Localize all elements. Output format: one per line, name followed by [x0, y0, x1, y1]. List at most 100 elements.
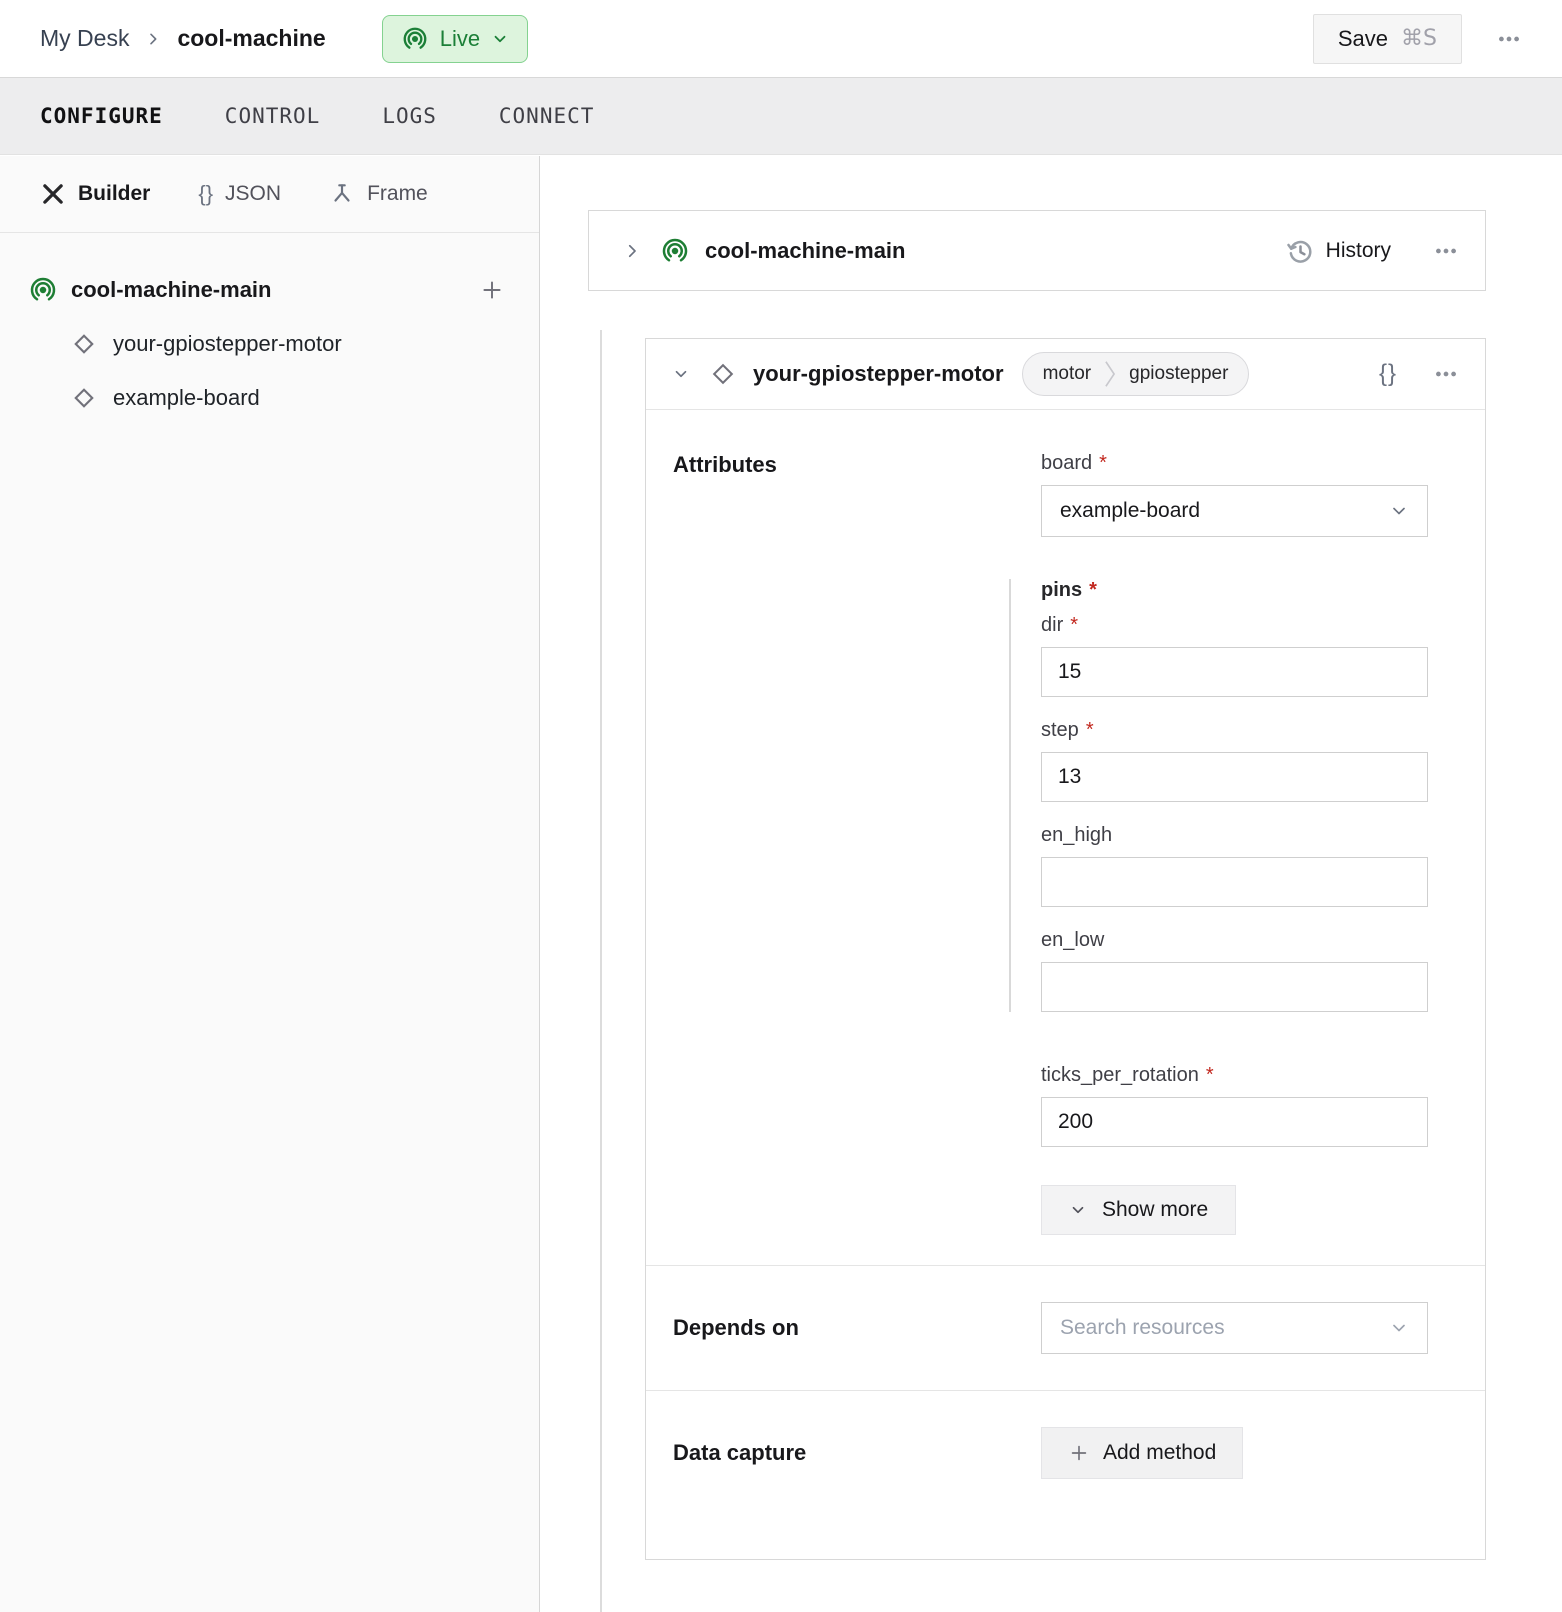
- machine-part-card: cool-machine-main History: [588, 210, 1486, 291]
- tab-configure[interactable]: CONFIGURE: [40, 104, 163, 128]
- component-diamond-icon: [708, 359, 738, 389]
- tree-item-machine-root[interactable]: cool-machine-main: [0, 263, 539, 317]
- add-method-button[interactable]: Add method: [1041, 1427, 1243, 1479]
- machine-part-title: cool-machine-main: [705, 238, 905, 264]
- depends-on-select[interactable]: Search resources: [1041, 1302, 1428, 1354]
- ticks-per-rotation-field: ticks_per_rotation *: [1041, 1064, 1428, 1147]
- step-field: step *: [1041, 719, 1428, 802]
- tab-control[interactable]: CONTROL: [225, 104, 321, 128]
- depends-on-section: Depends on Search resources: [646, 1265, 1485, 1390]
- badge-model: gpiostepper: [1129, 363, 1228, 385]
- en-low-field: en_low: [1041, 929, 1428, 1012]
- board-select[interactable]: example-board: [1041, 485, 1428, 537]
- required-mark: *: [1070, 614, 1078, 637]
- live-label: Live: [440, 26, 480, 52]
- viam-part-icon: [28, 275, 58, 305]
- step-input[interactable]: [1041, 752, 1428, 802]
- add-resource-icon[interactable]: [479, 277, 505, 303]
- config-view-tabs: Builder {} JSON Frame: [0, 156, 539, 233]
- component-card-menu-icon[interactable]: [1433, 361, 1459, 387]
- en-low-input[interactable]: [1041, 962, 1428, 1012]
- ticks-per-rotation-label: ticks_per_rotation *: [1041, 1064, 1428, 1087]
- history-clock-icon: [1285, 236, 1315, 266]
- save-button[interactable]: Save ⌘S: [1313, 14, 1462, 64]
- history-button[interactable]: History: [1285, 236, 1391, 266]
- machine-card-menu-icon[interactable]: [1433, 238, 1459, 264]
- view-tab-json-label: JSON: [225, 182, 281, 206]
- resource-tree: cool-machine-main your-gpiostepper-motor…: [0, 233, 539, 425]
- data-capture-fields: Add method: [1041, 1427, 1428, 1479]
- depends-on-heading: Depends on: [673, 1315, 1041, 1341]
- tree-root-label: cool-machine-main: [71, 277, 271, 303]
- en-high-field: en_high: [1041, 824, 1428, 907]
- card-connector-line: [600, 330, 602, 1612]
- ticks-per-rotation-input[interactable]: [1041, 1097, 1428, 1147]
- breadcrumb-parent-link[interactable]: My Desk: [40, 25, 129, 52]
- required-mark: *: [1089, 579, 1097, 602]
- view-tab-json[interactable]: {} JSON: [198, 181, 281, 207]
- live-status-dropdown[interactable]: Live: [382, 15, 528, 63]
- component-diamond-icon: [70, 384, 98, 412]
- attributes-section: Attributes board * example-board pins *: [646, 410, 1485, 1265]
- live-chevron-down-icon: [491, 30, 509, 48]
- show-more-button[interactable]: Show more: [1041, 1185, 1236, 1235]
- badge-divider-chevron-icon: [1104, 360, 1116, 388]
- topbar-overflow-menu-icon[interactable]: [1496, 26, 1522, 52]
- view-tab-builder-label: Builder: [78, 182, 150, 206]
- add-method-label: Add method: [1103, 1441, 1216, 1465]
- save-shortcut: ⌘S: [1401, 26, 1437, 51]
- view-tab-frame[interactable]: Frame: [329, 181, 428, 207]
- tree-item-example-board[interactable]: example-board: [0, 371, 539, 425]
- tree-item-label: your-gpiostepper-motor: [113, 331, 342, 357]
- dir-input[interactable]: [1041, 647, 1428, 697]
- en-high-label: en_high: [1041, 824, 1428, 847]
- plus-icon: [1068, 1442, 1090, 1464]
- pins-label: pins *: [1041, 579, 1428, 602]
- badge-type: motor: [1043, 363, 1092, 385]
- history-label: History: [1326, 239, 1391, 263]
- step-label: step *: [1041, 719, 1428, 742]
- board-field: board * example-board: [1041, 452, 1428, 537]
- show-more-label: Show more: [1102, 1198, 1208, 1222]
- viam-logo-icon: [401, 25, 429, 53]
- component-card-header: your-gpiostepper-motor motor gpiostepper…: [646, 339, 1485, 410]
- required-mark: *: [1099, 452, 1107, 475]
- collapse-chevron-down-icon[interactable]: [672, 365, 690, 383]
- component-diamond-icon: [70, 330, 98, 358]
- component-title: your-gpiostepper-motor: [753, 361, 1004, 387]
- tab-connect[interactable]: CONNECT: [499, 104, 595, 128]
- en-low-label: en_low: [1041, 929, 1428, 952]
- view-tab-builder[interactable]: Builder: [40, 181, 150, 207]
- machine-tab-bar: CONFIGURE CONTROL LOGS CONNECT: [0, 77, 1562, 155]
- expand-chevron-right-icon[interactable]: [623, 242, 641, 260]
- viam-part-icon: [660, 236, 690, 266]
- tree-item-gpiostepper-motor[interactable]: your-gpiostepper-motor: [0, 317, 539, 371]
- depends-on-fields: Search resources: [1041, 1302, 1428, 1354]
- breadcrumb: My Desk cool-machine: [40, 25, 326, 52]
- config-sidebar: Builder {} JSON Frame cool-machine-main: [0, 156, 540, 1612]
- builder-tools-icon: [40, 181, 66, 207]
- dir-field: dir *: [1041, 614, 1428, 697]
- en-high-input[interactable]: [1041, 857, 1428, 907]
- board-select-value: example-board: [1060, 499, 1200, 523]
- tree-item-label: example-board: [113, 385, 260, 411]
- breadcrumb-current: cool-machine: [177, 25, 325, 52]
- top-bar: My Desk cool-machine Live Save ⌘S: [0, 0, 1562, 77]
- required-mark: *: [1086, 719, 1094, 742]
- save-label: Save: [1338, 26, 1388, 52]
- json-braces-icon: {}: [198, 181, 213, 207]
- edit-json-icon[interactable]: {}: [1379, 360, 1397, 388]
- pins-group: pins * dir * step *: [1009, 579, 1428, 1012]
- show-more-chevron-down-icon: [1069, 1201, 1087, 1219]
- required-mark: *: [1206, 1064, 1214, 1087]
- depends-on-placeholder: Search resources: [1060, 1316, 1225, 1340]
- board-label: board *: [1041, 452, 1428, 475]
- dir-label: dir *: [1041, 614, 1428, 637]
- select-chevron-down-icon: [1389, 1318, 1409, 1338]
- data-capture-heading: Data capture: [673, 1440, 1041, 1466]
- component-type-badge: motor gpiostepper: [1022, 352, 1250, 396]
- tab-logs[interactable]: LOGS: [382, 104, 437, 128]
- frame-axes-icon: [329, 181, 355, 207]
- attributes-heading: Attributes: [673, 452, 1041, 1235]
- attributes-fields: board * example-board pins * dir: [1041, 452, 1428, 1235]
